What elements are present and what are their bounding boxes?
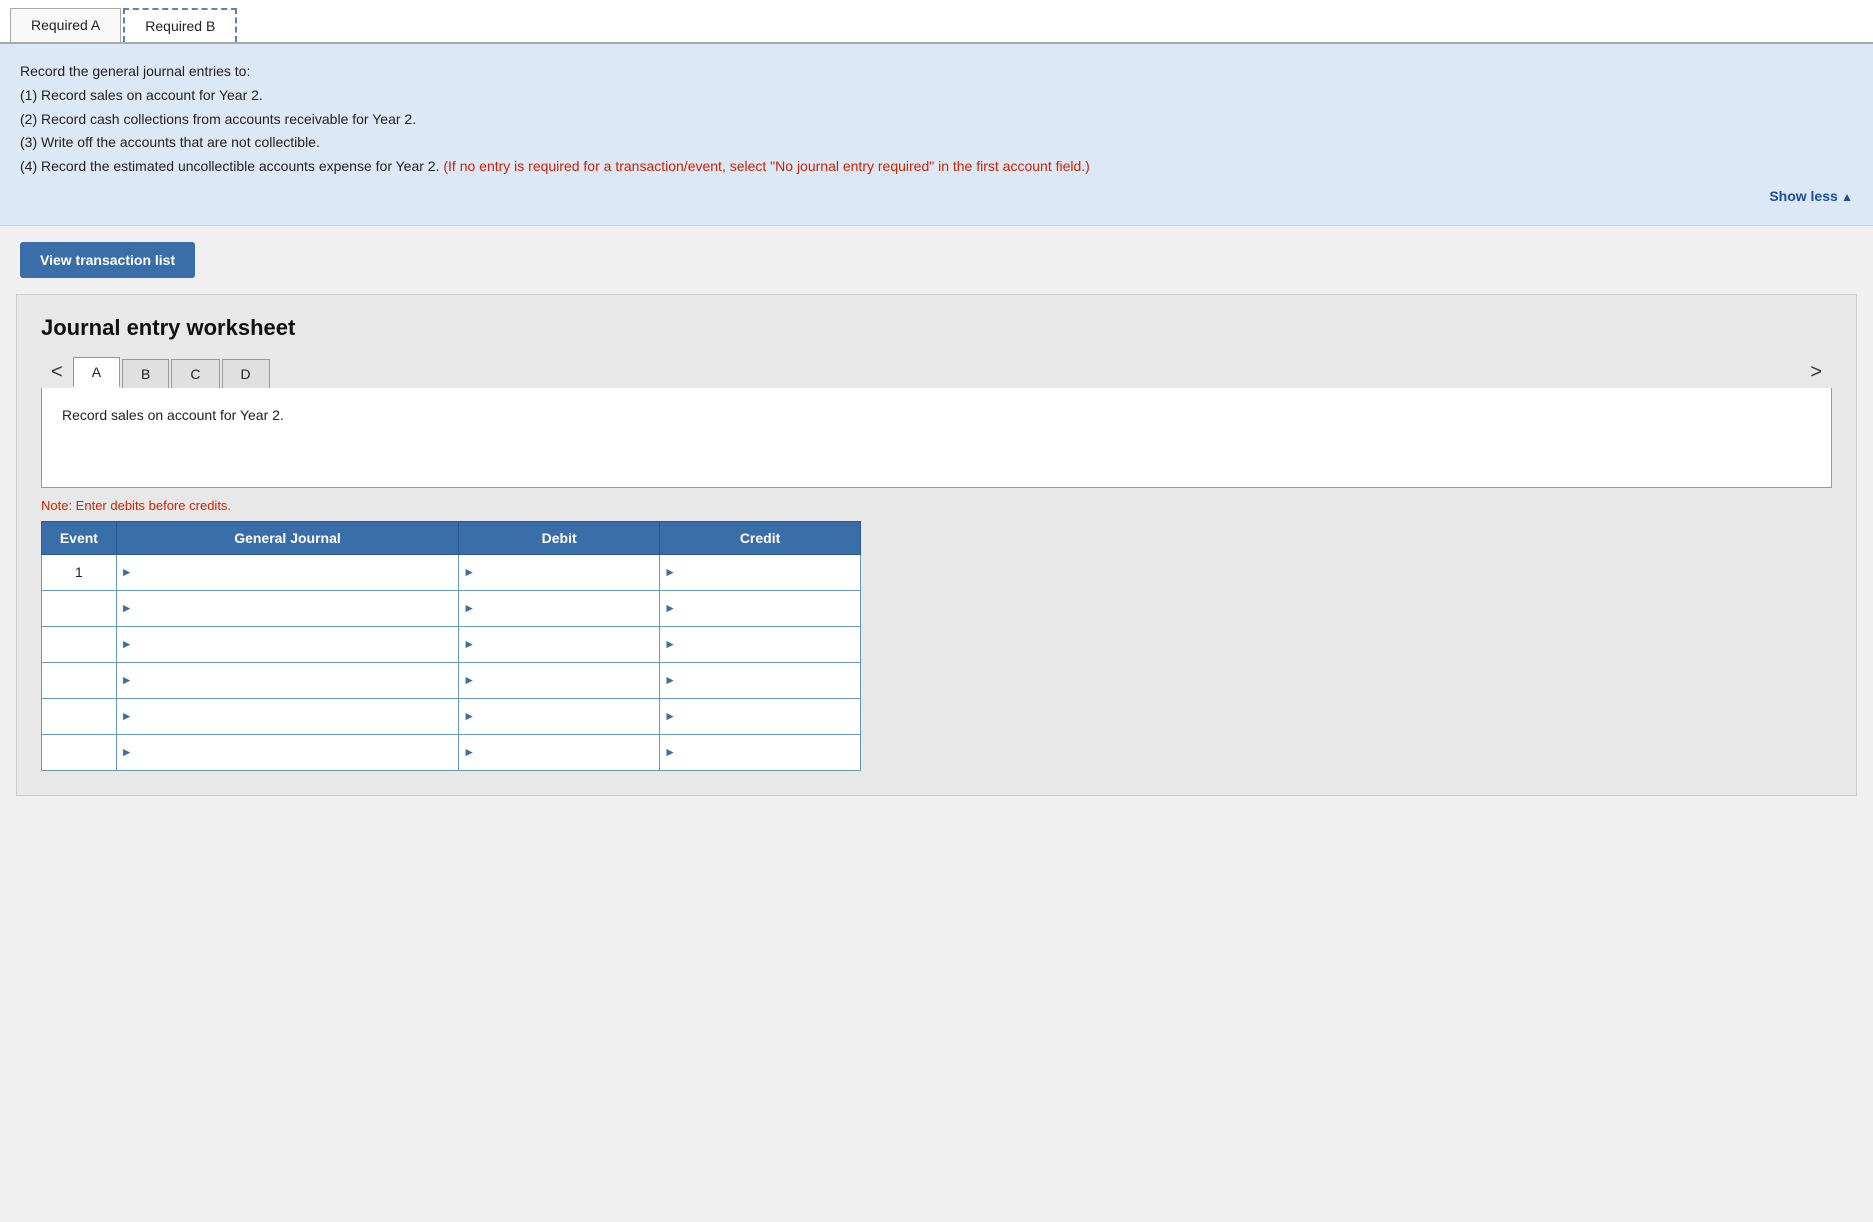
credit-cell[interactable]: ► [660,626,861,662]
instructions-items: (1) Record sales on account for Year 2. … [20,84,1853,179]
input-arrow-icon: ► [463,673,475,687]
entry-tabs-row: < A B C D > [41,357,1832,388]
table-header-row: Event General Journal Debit Credit [42,521,861,554]
instructions-box: Record the general journal entries to: A… [0,44,1873,226]
input-arrow-icon: ► [121,673,133,687]
input-arrow-icon: ► [664,745,676,759]
header-credit: Credit [660,521,861,554]
credit-input[interactable] [680,745,856,760]
debit-input[interactable] [479,637,655,652]
input-arrow-icon: ► [664,673,676,687]
general-journal-cell[interactable]: ► [116,698,458,734]
debit-cell[interactable]: ► [459,554,660,590]
table-row: ► ► ► [42,662,861,698]
general-journal-cell[interactable]: ► [116,554,458,590]
general-journal-input[interactable] [137,565,455,580]
event-cell [42,662,117,698]
debit-input[interactable] [479,673,655,688]
general-journal-input[interactable] [137,637,455,652]
credit-input[interactable] [680,601,856,616]
entry-tab-d[interactable]: D [222,359,270,388]
general-journal-input[interactable] [137,709,455,724]
top-tabs: Required A Required B [0,0,1873,44]
table-row: 1 ► ► ► [42,554,861,590]
input-arrow-icon: ► [121,709,133,723]
entry-description: Record sales on account for Year 2. [41,388,1832,488]
show-less-link[interactable]: Show less ▲ [20,185,1853,209]
tab-required-b[interactable]: Required B [123,8,237,42]
input-arrow-icon: ► [463,709,475,723]
credit-cell[interactable]: ► [660,734,861,770]
header-debit: Debit [459,521,660,554]
instructions-red-note: (If no entry is required for a transacti… [443,158,1089,174]
event-cell [42,626,117,662]
worksheet-container: Journal entry worksheet < A B C D > Reco… [16,294,1857,796]
input-arrow-icon: ► [463,565,475,579]
table-row: ► ► ► [42,734,861,770]
prev-entry-button[interactable]: < [41,357,73,388]
view-transaction-button[interactable]: View transaction list [20,242,195,278]
general-journal-input[interactable] [137,601,455,616]
input-arrow-icon: ► [463,637,475,651]
debit-cell[interactable]: ► [459,590,660,626]
header-general-journal: General Journal [116,521,458,554]
debit-cell[interactable]: ► [459,626,660,662]
general-journal-cell[interactable]: ► [116,662,458,698]
credit-cell[interactable]: ► [660,554,861,590]
credit-input[interactable] [680,709,856,724]
input-arrow-icon: ► [121,745,133,759]
tab-required-a[interactable]: Required A [10,8,121,42]
debit-cell[interactable]: ► [459,698,660,734]
credit-cell[interactable]: ► [660,662,861,698]
debit-cell[interactable]: ► [459,734,660,770]
general-journal-cell[interactable]: ► [116,626,458,662]
credit-input[interactable] [680,673,856,688]
general-journal-cell[interactable]: ► [116,590,458,626]
debit-input[interactable] [479,601,655,616]
input-arrow-icon: ► [121,601,133,615]
general-journal-input[interactable] [137,673,455,688]
table-row: ► ► ► [42,590,861,626]
credit-input[interactable] [680,637,856,652]
instructions-title: Record the general journal entries to: [20,60,1853,84]
credit-input[interactable] [680,565,856,580]
entry-tab-a[interactable]: A [73,357,120,388]
input-arrow-icon: ► [664,565,676,579]
note-text: Note: Enter debits before credits. [41,498,1832,513]
input-arrow-icon: ► [664,637,676,651]
general-journal-input[interactable] [137,745,455,760]
input-arrow-icon: ► [463,601,475,615]
debit-input[interactable] [479,709,655,724]
next-entry-button[interactable]: > [1800,357,1832,388]
arrow-up-icon: ▲ [1838,190,1853,204]
event-cell [42,698,117,734]
credit-cell[interactable]: ► [660,590,861,626]
journal-table: Event General Journal Debit Credit 1►►►►… [41,521,861,771]
credit-cell[interactable]: ► [660,698,861,734]
event-cell [42,590,117,626]
input-arrow-icon: ► [121,565,133,579]
input-arrow-icon: ► [664,601,676,615]
header-event: Event [42,521,117,554]
event-cell [42,734,117,770]
input-arrow-icon: ► [664,709,676,723]
input-arrow-icon: ► [121,637,133,651]
entry-tab-b[interactable]: B [122,359,169,388]
table-row: ► ► ► [42,626,861,662]
debit-input[interactable] [479,565,655,580]
event-cell: 1 [42,554,117,590]
input-arrow-icon: ► [463,745,475,759]
entry-tab-c[interactable]: C [171,359,219,388]
worksheet-title: Journal entry worksheet [41,315,1832,341]
general-journal-cell[interactable]: ► [116,734,458,770]
table-row: ► ► ► [42,698,861,734]
debit-cell[interactable]: ► [459,662,660,698]
debit-input[interactable] [479,745,655,760]
